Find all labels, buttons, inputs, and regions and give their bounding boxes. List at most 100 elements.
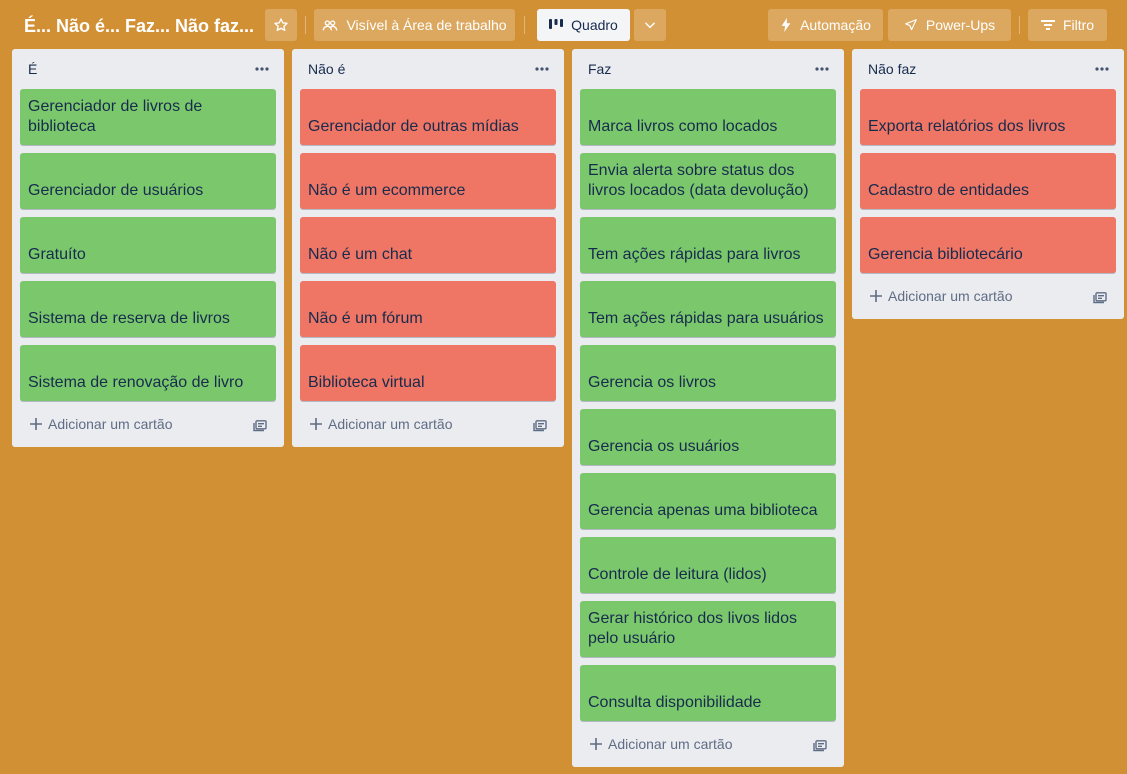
add-card-button[interactable]: Adicionar um cartão (870, 288, 1013, 304)
card-text: Gerencia os usuários (588, 438, 740, 455)
header-divider (305, 16, 306, 34)
card-text: Cadastro de entidades (868, 182, 1029, 199)
card[interactable]: Gerencia os usuários (580, 409, 836, 465)
rocket-icon (904, 18, 918, 32)
chevron-down-icon (643, 18, 657, 32)
list-menu-button[interactable] (252, 59, 272, 79)
create-from-template-button[interactable] (812, 738, 828, 754)
list-header: Não é (292, 49, 564, 89)
star-button[interactable] (265, 9, 297, 41)
card-text: Gratuíto (28, 246, 86, 263)
card[interactable]: Não é um chat (300, 217, 556, 273)
card[interactable]: Gerencia bibliotecário (860, 217, 1116, 273)
card[interactable]: Consulta disponibilidade (580, 665, 836, 721)
automation-button[interactable]: Automação (768, 9, 883, 41)
header-divider (524, 16, 525, 34)
filter-label: Filtro (1062, 17, 1095, 33)
card[interactable]: Tem ações rápidas para usuários (580, 281, 836, 337)
list-header: Não faz (852, 49, 1124, 89)
header-divider (1019, 16, 1020, 34)
card[interactable]: Biblioteca virtual (300, 345, 556, 401)
card-text: Controle de leitura (lidos) (588, 566, 767, 583)
list-title[interactable]: É (28, 61, 37, 77)
card[interactable]: Cadastro de entidades (860, 153, 1116, 209)
list-title[interactable]: Faz (588, 61, 611, 77)
create-from-template-button[interactable] (532, 418, 548, 434)
list-title[interactable]: Não é (308, 61, 345, 77)
add-card-label: Adicionar um cartão (888, 288, 1013, 304)
list-menu-button[interactable] (532, 59, 552, 79)
card[interactable]: Gerar histórico dos livos lidos pelo usu… (580, 601, 836, 657)
add-card-label: Adicionar um cartão (608, 736, 733, 752)
card[interactable]: Envia alerta sobre status dos livros loc… (580, 153, 836, 209)
create-from-template-button[interactable] (1092, 290, 1108, 306)
board-view-button[interactable]: Quadro (537, 9, 630, 41)
card-text: Consulta disponibilidade (588, 694, 762, 711)
ellipsis-icon (255, 67, 269, 71)
add-card-button[interactable]: Adicionar um cartão (310, 416, 453, 432)
list-nao-faz: Não faz Exporta relatórios dos livros Ca… (852, 49, 1124, 319)
card[interactable]: Controle de leitura (lidos) (580, 537, 836, 593)
visibility-button[interactable]: Visível à Área de trabalho (314, 9, 515, 41)
card-text: Não é um ecommerce (308, 182, 466, 199)
add-card-button[interactable]: Adicionar um cartão (30, 416, 173, 432)
card-text: Gerencia os livros (588, 374, 717, 391)
card[interactable]: Gerenciador de livros de biblioteca (20, 89, 276, 145)
template-icon (1093, 292, 1107, 304)
card[interactable]: Gerenciador de usuários (20, 153, 276, 209)
card[interactable]: Sistema de renovação de livro (20, 345, 276, 401)
card-text: Gerencia bibliotecário (868, 246, 1023, 263)
card[interactable]: Gerenciador de outras mídias (300, 89, 556, 145)
ellipsis-icon (535, 67, 549, 71)
card[interactable]: Gratuíto (20, 217, 276, 273)
card-text: Não é um fórum (308, 310, 423, 327)
board-view-label: Quadro (571, 17, 618, 33)
card-text: Não é um chat (308, 246, 413, 263)
card-text: Tem ações rápidas para usuários (588, 310, 824, 327)
list-header: É (12, 49, 284, 89)
card-text: Gerenciador de usuários (28, 182, 204, 199)
card[interactable]: Sistema de reserva de livros (20, 281, 276, 337)
powerups-label: Power-Ups (925, 17, 996, 33)
card[interactable]: Não é um fórum (300, 281, 556, 337)
card[interactable]: Gerencia os livros (580, 345, 836, 401)
list-title[interactable]: Não faz (868, 61, 916, 77)
visibility-label: Visível à Área de trabalho (346, 17, 507, 33)
card-text: Marca livros como locados (588, 118, 778, 135)
filter-button[interactable]: Filtro (1028, 9, 1107, 41)
list-footer: Adicionar um cartão (12, 409, 284, 447)
create-from-template-button[interactable] (252, 418, 268, 434)
board-title[interactable]: É... Não é... Faz... Não faz... (14, 10, 264, 42)
card[interactable]: Tem ações rápidas para livros (580, 217, 836, 273)
card[interactable]: Marca livros como locados (580, 89, 836, 145)
card-text: Exporta relatórios dos livros (868, 118, 1066, 135)
list-e: É Gerenciador de livros de biblioteca Ge… (12, 49, 284, 447)
template-icon (813, 740, 827, 752)
lightning-icon (780, 18, 792, 32)
card-text: Gerencia apenas uma biblioteca (588, 502, 818, 519)
board-view-icon (549, 19, 564, 31)
card-text: Sistema de renovação de livro (28, 374, 244, 391)
ellipsis-icon (1095, 67, 1109, 71)
card-text: Gerenciador de livros de biblioteca (28, 98, 203, 135)
list-menu-button[interactable] (1092, 59, 1112, 79)
view-switcher-button[interactable] (634, 9, 666, 41)
card[interactable]: Gerencia apenas uma biblioteca (580, 473, 836, 529)
list-footer: Adicionar um cartão (292, 409, 564, 447)
card-text: Envia alerta sobre status dos livros loc… (588, 162, 809, 199)
list-footer: Adicionar um cartão (852, 281, 1124, 319)
card[interactable]: Exporta relatórios dos livros (860, 89, 1116, 145)
list-footer: Adicionar um cartão (572, 729, 844, 767)
automation-label: Automação (800, 17, 871, 33)
workspace-visibility-icon (322, 17, 338, 33)
star-icon (273, 17, 289, 33)
filter-icon (1040, 19, 1055, 31)
card-text: Sistema de reserva de livros (28, 310, 230, 327)
card-text: Gerenciador de outras mídias (308, 118, 519, 135)
powerups-button[interactable]: Power-Ups (888, 9, 1011, 41)
card-text: Biblioteca virtual (308, 374, 425, 391)
add-card-button[interactable]: Adicionar um cartão (590, 736, 733, 752)
card[interactable]: Não é um ecommerce (300, 153, 556, 209)
list-menu-button[interactable] (812, 59, 832, 79)
add-card-label: Adicionar um cartão (328, 416, 453, 432)
